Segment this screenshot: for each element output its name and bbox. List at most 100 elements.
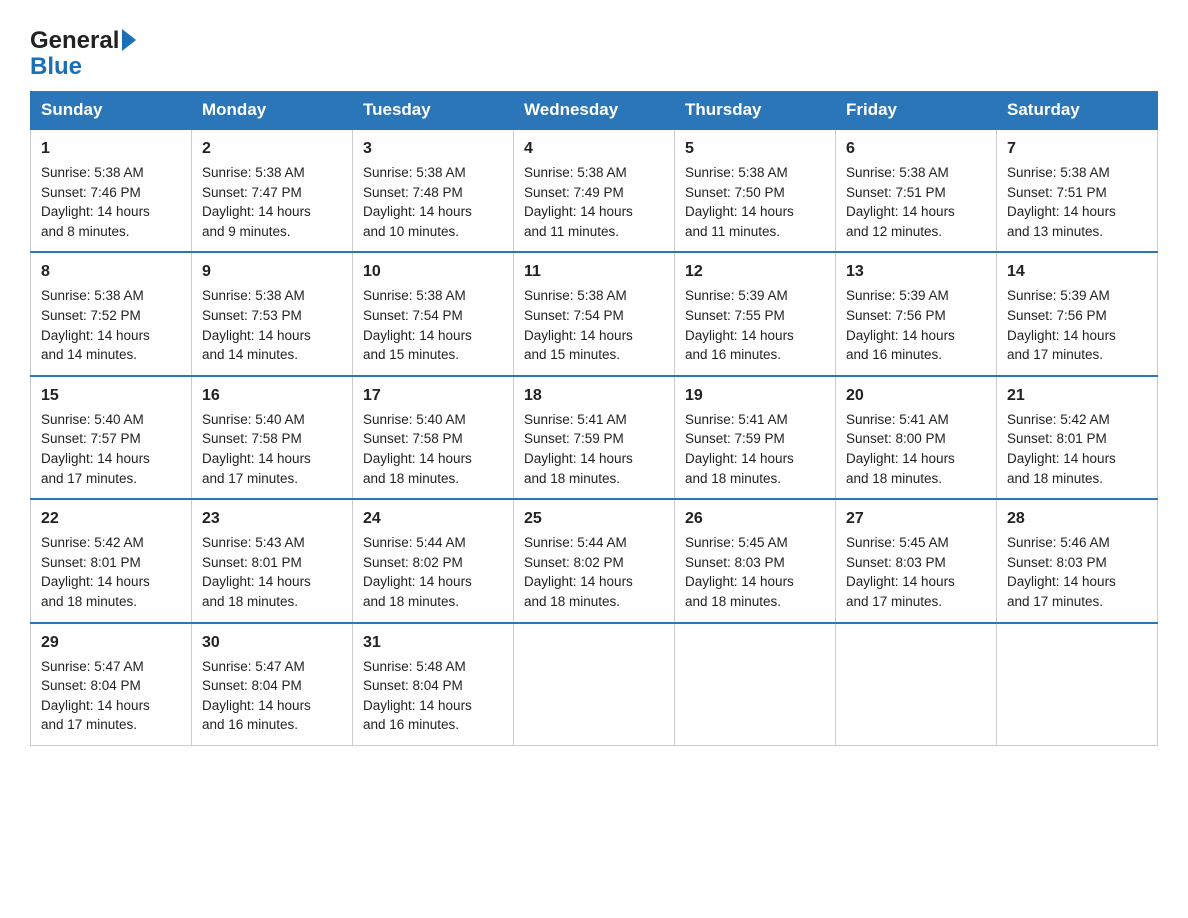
sunset-text: Sunset: 8:01 PM: [41, 555, 141, 570]
sunset-text: Sunset: 8:04 PM: [41, 678, 141, 693]
sunrise-text: Sunrise: 5:41 AM: [685, 412, 788, 427]
day-number: 19: [685, 384, 825, 407]
weekday-header-monday: Monday: [192, 91, 353, 129]
sunset-text: Sunset: 7:52 PM: [41, 308, 141, 323]
sunrise-text: Sunrise: 5:48 AM: [363, 659, 466, 674]
day-number: 7: [1007, 137, 1147, 160]
page-header: General Blue: [30, 20, 1158, 81]
sunset-text: Sunset: 8:01 PM: [202, 555, 302, 570]
sunrise-text: Sunrise: 5:44 AM: [524, 535, 627, 550]
sunrise-text: Sunrise: 5:47 AM: [202, 659, 305, 674]
daylight-hours-text: Daylight: 14 hours: [1007, 328, 1116, 343]
daylight-minutes-text: and 18 minutes.: [202, 594, 298, 609]
calendar-day-cell: 14Sunrise: 5:39 AMSunset: 7:56 PMDayligh…: [997, 252, 1158, 375]
day-number: 30: [202, 631, 342, 654]
calendar-day-cell: 26Sunrise: 5:45 AMSunset: 8:03 PMDayligh…: [675, 499, 836, 622]
day-number: 27: [846, 507, 986, 530]
calendar-day-cell: 15Sunrise: 5:40 AMSunset: 7:57 PMDayligh…: [31, 376, 192, 499]
calendar-day-cell: 7Sunrise: 5:38 AMSunset: 7:51 PMDaylight…: [997, 129, 1158, 252]
sunrise-text: Sunrise: 5:44 AM: [363, 535, 466, 550]
daylight-minutes-text: and 17 minutes.: [846, 594, 942, 609]
sunrise-text: Sunrise: 5:39 AM: [846, 288, 949, 303]
calendar-day-cell: 3Sunrise: 5:38 AMSunset: 7:48 PMDaylight…: [353, 129, 514, 252]
sunset-text: Sunset: 8:04 PM: [202, 678, 302, 693]
sunrise-text: Sunrise: 5:43 AM: [202, 535, 305, 550]
calendar-day-cell: 20Sunrise: 5:41 AMSunset: 8:00 PMDayligh…: [836, 376, 997, 499]
sunrise-text: Sunrise: 5:46 AM: [1007, 535, 1110, 550]
daylight-minutes-text: and 18 minutes.: [524, 471, 620, 486]
logo: General Blue: [30, 28, 136, 81]
day-number: 29: [41, 631, 181, 654]
daylight-hours-text: Daylight: 14 hours: [524, 328, 633, 343]
day-number: 9: [202, 260, 342, 283]
logo-arrow-icon: [122, 29, 136, 51]
weekday-header-thursday: Thursday: [675, 91, 836, 129]
sunset-text: Sunset: 7:55 PM: [685, 308, 785, 323]
sunrise-text: Sunrise: 5:38 AM: [363, 288, 466, 303]
calendar-day-cell: 24Sunrise: 5:44 AMSunset: 8:02 PMDayligh…: [353, 499, 514, 622]
daylight-hours-text: Daylight: 14 hours: [41, 574, 150, 589]
sunset-text: Sunset: 7:51 PM: [1007, 185, 1107, 200]
calendar-day-cell: 22Sunrise: 5:42 AMSunset: 8:01 PMDayligh…: [31, 499, 192, 622]
sunset-text: Sunset: 8:03 PM: [1007, 555, 1107, 570]
weekday-header-saturday: Saturday: [997, 91, 1158, 129]
calendar-week-row: 15Sunrise: 5:40 AMSunset: 7:57 PMDayligh…: [31, 376, 1158, 499]
calendar-day-cell: 11Sunrise: 5:38 AMSunset: 7:54 PMDayligh…: [514, 252, 675, 375]
sunset-text: Sunset: 7:54 PM: [524, 308, 624, 323]
daylight-hours-text: Daylight: 14 hours: [1007, 204, 1116, 219]
daylight-minutes-text: and 18 minutes.: [41, 594, 137, 609]
calendar-day-cell: 27Sunrise: 5:45 AMSunset: 8:03 PMDayligh…: [836, 499, 997, 622]
daylight-hours-text: Daylight: 14 hours: [363, 328, 472, 343]
calendar-day-cell: 29Sunrise: 5:47 AMSunset: 8:04 PMDayligh…: [31, 623, 192, 746]
calendar-day-cell: 18Sunrise: 5:41 AMSunset: 7:59 PMDayligh…: [514, 376, 675, 499]
sunset-text: Sunset: 7:58 PM: [363, 431, 463, 446]
calendar-day-cell: 5Sunrise: 5:38 AMSunset: 7:50 PMDaylight…: [675, 129, 836, 252]
daylight-hours-text: Daylight: 14 hours: [202, 574, 311, 589]
daylight-hours-text: Daylight: 14 hours: [363, 451, 472, 466]
daylight-hours-text: Daylight: 14 hours: [363, 574, 472, 589]
daylight-hours-text: Daylight: 14 hours: [41, 698, 150, 713]
weekday-header-friday: Friday: [836, 91, 997, 129]
day-number: 10: [363, 260, 503, 283]
sunrise-text: Sunrise: 5:38 AM: [846, 165, 949, 180]
daylight-hours-text: Daylight: 14 hours: [846, 328, 955, 343]
sunset-text: Sunset: 8:04 PM: [363, 678, 463, 693]
daylight-minutes-text: and 14 minutes.: [41, 347, 137, 362]
daylight-hours-text: Daylight: 14 hours: [202, 451, 311, 466]
day-number: 4: [524, 137, 664, 160]
daylight-minutes-text: and 17 minutes.: [41, 471, 137, 486]
sunset-text: Sunset: 7:47 PM: [202, 185, 302, 200]
day-number: 1: [41, 137, 181, 160]
sunset-text: Sunset: 8:02 PM: [363, 555, 463, 570]
sunset-text: Sunset: 7:49 PM: [524, 185, 624, 200]
daylight-hours-text: Daylight: 14 hours: [685, 574, 794, 589]
daylight-minutes-text: and 17 minutes.: [202, 471, 298, 486]
sunset-text: Sunset: 8:03 PM: [685, 555, 785, 570]
daylight-hours-text: Daylight: 14 hours: [685, 204, 794, 219]
day-number: 11: [524, 260, 664, 283]
sunrise-text: Sunrise: 5:38 AM: [202, 165, 305, 180]
daylight-hours-text: Daylight: 14 hours: [363, 204, 472, 219]
daylight-minutes-text: and 8 minutes.: [41, 224, 130, 239]
calendar-day-cell: 25Sunrise: 5:44 AMSunset: 8:02 PMDayligh…: [514, 499, 675, 622]
daylight-hours-text: Daylight: 14 hours: [846, 451, 955, 466]
day-number: 2: [202, 137, 342, 160]
sunrise-text: Sunrise: 5:40 AM: [202, 412, 305, 427]
sunrise-text: Sunrise: 5:38 AM: [41, 288, 144, 303]
calendar-day-cell: 19Sunrise: 5:41 AMSunset: 7:59 PMDayligh…: [675, 376, 836, 499]
daylight-minutes-text: and 15 minutes.: [363, 347, 459, 362]
daylight-minutes-text: and 16 minutes.: [202, 717, 298, 732]
sunrise-text: Sunrise: 5:42 AM: [41, 535, 144, 550]
daylight-minutes-text: and 9 minutes.: [202, 224, 291, 239]
sunset-text: Sunset: 7:53 PM: [202, 308, 302, 323]
day-number: 25: [524, 507, 664, 530]
daylight-hours-text: Daylight: 14 hours: [685, 328, 794, 343]
sunset-text: Sunset: 7:56 PM: [1007, 308, 1107, 323]
calendar-day-cell: 16Sunrise: 5:40 AMSunset: 7:58 PMDayligh…: [192, 376, 353, 499]
sunset-text: Sunset: 7:56 PM: [846, 308, 946, 323]
daylight-minutes-text: and 16 minutes.: [846, 347, 942, 362]
day-number: 16: [202, 384, 342, 407]
weekday-header-row: SundayMondayTuesdayWednesdayThursdayFrid…: [31, 91, 1158, 129]
calendar-week-row: 29 Sunrise: 5:47 AM Sunset: 8:04 PM Dayligh…: [31, 623, 1158, 746]
day-number: 14: [1007, 260, 1147, 283]
